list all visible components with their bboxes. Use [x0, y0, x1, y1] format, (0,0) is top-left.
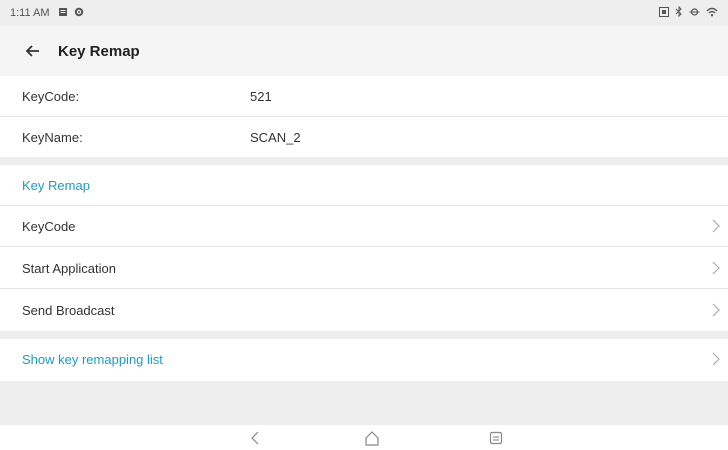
- section-divider: [0, 157, 728, 165]
- pref-item-send-broadcast[interactable]: Send Broadcast: [0, 290, 728, 331]
- chevron-right-icon: [712, 219, 720, 236]
- info-row-keycode: KeyCode: 521: [0, 76, 728, 117]
- vibrate-icon: [689, 7, 700, 20]
- info-row-keyname: KeyName: SCAN_2: [0, 117, 728, 158]
- info-value: 521: [250, 88, 272, 104]
- status-right-icons: [659, 5, 718, 20]
- back-icon[interactable]: [245, 429, 265, 447]
- notification-icon: [58, 7, 68, 20]
- info-value: SCAN_2: [250, 130, 301, 145]
- show-remapping-list-link[interactable]: Show key remapping list: [0, 339, 728, 380]
- empty-area: [0, 381, 728, 425]
- chevron-right-icon: [712, 303, 720, 320]
- pref-item-label: KeyCode: [22, 218, 76, 234]
- pref-item-start-application[interactable]: Start Application: [0, 248, 728, 289]
- settings-icon: [74, 7, 84, 20]
- app-bar: Key Remap: [0, 26, 728, 76]
- info-label: KeyName:: [22, 130, 83, 145]
- recents-icon[interactable]: [486, 429, 506, 447]
- section-header: Key Remap: [0, 165, 728, 206]
- pref-item-label: Send Broadcast: [22, 303, 115, 318]
- chevron-right-icon: [712, 352, 720, 369]
- status-bar: 1:11 AM: [0, 0, 728, 26]
- bluetooth-icon: [675, 5, 683, 20]
- page-title: Key Remap: [58, 42, 140, 60]
- navigation-bar: [0, 425, 728, 450]
- info-label: KeyCode:: [22, 88, 80, 104]
- pref-item-label: Start Application: [22, 260, 116, 276]
- pref-item-keycode[interactable]: KeyCode: [0, 206, 728, 247]
- link-label: Show key remapping list: [22, 352, 163, 367]
- status-time: 1:11 AM: [10, 7, 50, 19]
- chevron-right-icon: [712, 261, 720, 278]
- nfc-icon: [659, 6, 669, 20]
- wifi-icon: [706, 7, 718, 20]
- home-icon[interactable]: [362, 429, 382, 447]
- arrow-back-icon[interactable]: [8, 26, 58, 76]
- section-divider: [0, 331, 728, 339]
